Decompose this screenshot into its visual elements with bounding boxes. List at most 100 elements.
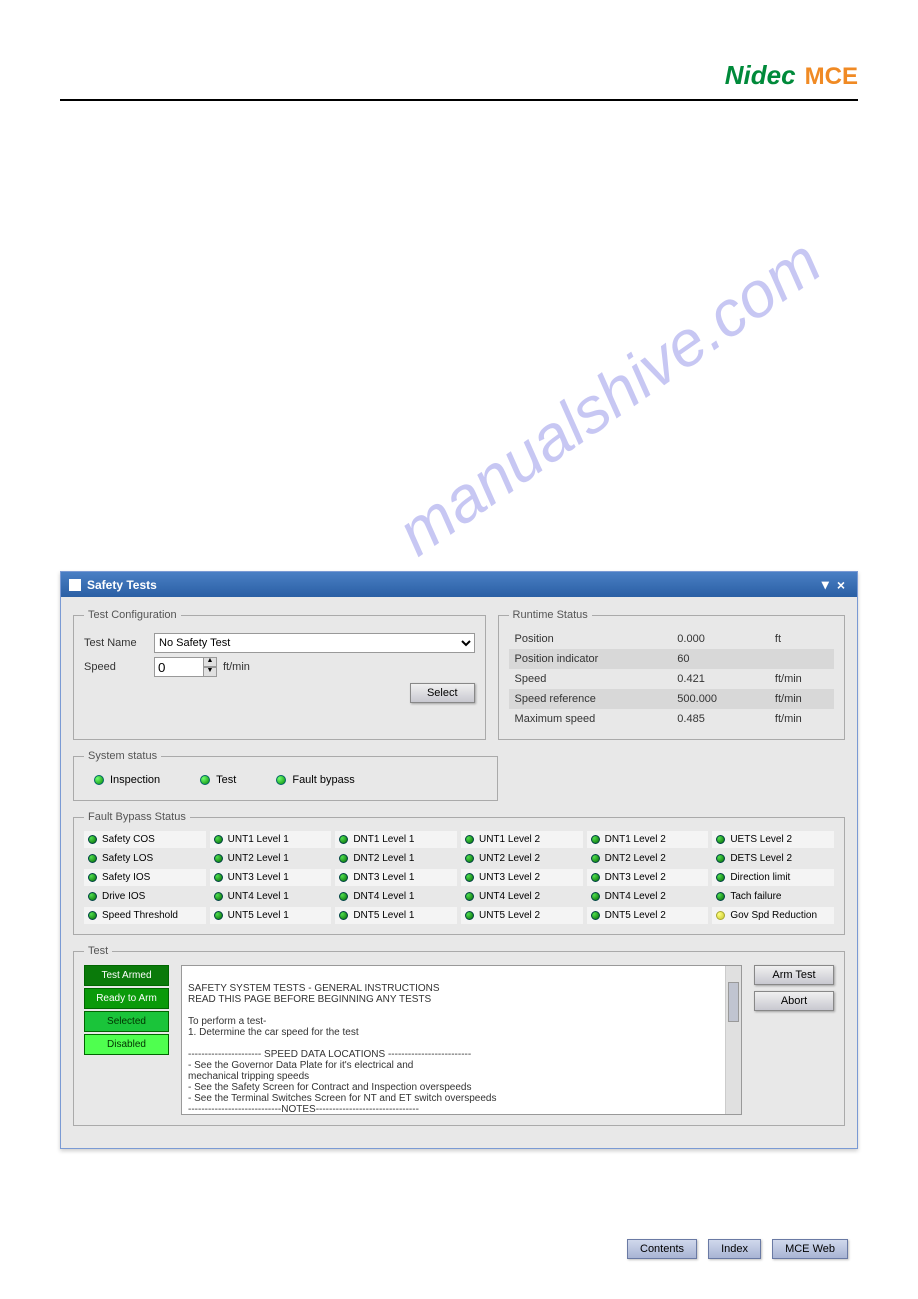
window-title: Safety Tests [87, 578, 157, 592]
bypass-label: DNT5 Level 2 [605, 910, 666, 921]
fault-bypass-item: Speed Threshold [84, 907, 206, 924]
bypass-label: DNT4 Level 2 [605, 891, 666, 902]
bypass-label: UNT5 Level 2 [479, 910, 540, 921]
fault-bypass-item: Gov Spd Reduction [712, 907, 834, 924]
abort-button[interactable]: Abort [754, 991, 834, 1011]
bypass-label: Speed Threshold [102, 910, 178, 921]
status-label: Inspection [110, 774, 160, 786]
mce-web-button[interactable]: MCE Web [772, 1239, 848, 1259]
fault-bypass-item: UNT5 Level 2 [461, 907, 583, 924]
bypass-led-icon [214, 854, 223, 863]
system-status-legend: System status [84, 750, 161, 762]
bypass-label: UNT3 Level 2 [479, 872, 540, 883]
watermark: manualshive.com [384, 224, 834, 570]
runtime-label: Maximum speed [509, 709, 672, 729]
window-icon [69, 579, 81, 591]
bypass-led-icon [716, 854, 725, 863]
fault-bypass-item: UNT4 Level 1 [210, 888, 332, 905]
bypass-led-icon [591, 911, 600, 920]
bypass-led-icon [214, 873, 223, 882]
titlebar: Safety Tests ▾ × [61, 572, 857, 597]
scrollbar-thumb[interactable] [728, 982, 739, 1022]
fault-bypass-item: Safety LOS [84, 850, 206, 867]
bypass-label: DETS Level 2 [730, 853, 792, 864]
bypass-label: Gov Spd Reduction [730, 910, 817, 921]
arm-test-button[interactable]: Arm Test [754, 965, 834, 985]
bypass-label: UNT1 Level 1 [228, 834, 289, 845]
instructions-text: SAFETY SYSTEM TESTS - GENERAL INSTRUCTIO… [188, 983, 735, 1115]
runtime-unit [769, 649, 834, 669]
fault-bypass-item: DNT5 Level 1 [335, 907, 457, 924]
bypass-led-icon [339, 873, 348, 882]
runtime-value: 0.421 [671, 669, 769, 689]
bypass-label: DNT1 Level 1 [353, 834, 414, 845]
index-button[interactable]: Index [708, 1239, 761, 1259]
fault-bypass-item: DNT1 Level 1 [335, 831, 457, 848]
runtime-row: Speed0.421ft/min [509, 669, 834, 689]
speed-down-button[interactable]: ▼ [203, 667, 217, 677]
contents-button[interactable]: Contents [627, 1239, 697, 1259]
system-status-item: Test [200, 774, 236, 786]
runtime-table: Position0.000ftPosition indicator60Speed… [509, 629, 834, 729]
fault-bypass-group: Fault Bypass Status Safety COSUNT1 Level… [73, 811, 845, 935]
bypass-led-icon [591, 854, 600, 863]
bypass-label: UNT1 Level 2 [479, 834, 540, 845]
fault-bypass-item: UNT2 Level 1 [210, 850, 332, 867]
bypass-led-icon [591, 873, 600, 882]
fault-bypass-item: UNT1 Level 2 [461, 831, 583, 848]
bypass-led-icon [465, 892, 474, 901]
test-configuration-group: Test Configuration Test Name No Safety T… [73, 609, 486, 740]
fault-bypass-item: Drive IOS [84, 888, 206, 905]
bypass-label: Tach failure [730, 891, 781, 902]
runtime-row: Position0.000ft [509, 629, 834, 649]
bypass-label: Safety COS [102, 834, 155, 845]
status-selected: Selected [84, 1011, 169, 1032]
bypass-label: UNT5 Level 1 [228, 910, 289, 921]
fault-bypass-item: Tach failure [712, 888, 834, 905]
bypass-led-icon [465, 835, 474, 844]
speed-up-button[interactable]: ▲ [203, 657, 217, 667]
runtime-legend: Runtime Status [509, 609, 592, 621]
close-button[interactable]: × [833, 577, 849, 593]
speed-input[interactable] [154, 657, 204, 677]
runtime-value: 0.485 [671, 709, 769, 729]
instructions-textbox[interactable]: SAFETY SYSTEM TESTS - GENERAL INSTRUCTIO… [181, 965, 742, 1115]
bypass-led-icon [339, 835, 348, 844]
bypass-led-icon [339, 911, 348, 920]
bypass-led-icon [716, 911, 725, 920]
bypass-label: UNT4 Level 1 [228, 891, 289, 902]
status-label: Fault bypass [292, 774, 354, 786]
runtime-label: Speed [509, 669, 672, 689]
status-test-armed: Test Armed [84, 965, 169, 986]
bypass-led-icon [339, 854, 348, 863]
bypass-led-icon [591, 835, 600, 844]
fault-bypass-item: UNT3 Level 2 [461, 869, 583, 886]
fault-bypass-item: UNT4 Level 2 [461, 888, 583, 905]
test-name-label: Test Name [84, 637, 154, 649]
runtime-value: 60 [671, 649, 769, 669]
bypass-label: DNT1 Level 2 [605, 834, 666, 845]
test-legend: Test [84, 945, 112, 957]
bypass-label: UNT2 Level 2 [479, 853, 540, 864]
system-status-item: Inspection [94, 774, 160, 786]
fault-bypass-item: DNT3 Level 1 [335, 869, 457, 886]
fault-bypass-item: Safety COS [84, 831, 206, 848]
instructions-scrollbar[interactable] [725, 966, 741, 1114]
bypass-led-icon [88, 835, 97, 844]
bypass-led-icon [465, 911, 474, 920]
test-name-select[interactable]: No Safety Test [154, 633, 475, 653]
bypass-led-icon [88, 892, 97, 901]
bypass-label: Safety LOS [102, 853, 153, 864]
bypass-label: Drive IOS [102, 891, 145, 902]
fault-bypass-item: DNT4 Level 1 [335, 888, 457, 905]
runtime-value: 500.000 [671, 689, 769, 709]
bypass-label: Direction limit [730, 872, 790, 883]
select-button[interactable]: Select [410, 683, 475, 703]
bypass-label: DNT2 Level 1 [353, 853, 414, 864]
status-led-icon [94, 775, 104, 785]
runtime-row: Position indicator60 [509, 649, 834, 669]
speed-unit: ft/min [223, 661, 250, 673]
bypass-label: UNT3 Level 1 [228, 872, 289, 883]
minimize-button[interactable]: ▾ [818, 576, 833, 593]
fault-bypass-item: Safety IOS [84, 869, 206, 886]
